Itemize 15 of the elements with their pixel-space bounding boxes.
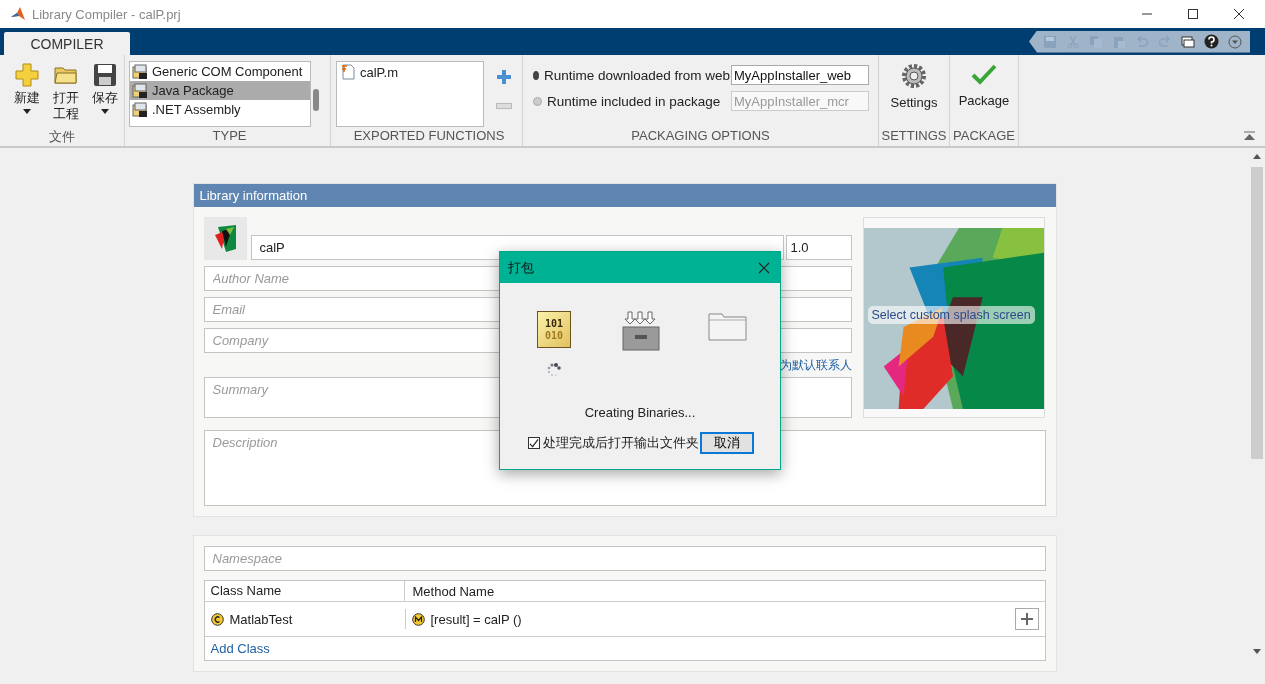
column-header: Method Name xyxy=(411,583,495,599)
section-label: PACKAGE xyxy=(952,128,1016,145)
column-header: Class Name xyxy=(204,581,405,601)
window-title: Library Compiler - calP.prj xyxy=(32,6,181,22)
section-label: EXPORTED FUNCTIONS xyxy=(352,128,506,145)
section-label: PACKAGING OPTIONS xyxy=(630,128,771,145)
section-label: 文件 xyxy=(48,128,76,146)
panel-title: Library information xyxy=(193,184,1056,207)
table-cell: MatlabTest xyxy=(229,611,293,627)
table-cell: [result] = calP () xyxy=(430,611,522,627)
section-label: TYPE xyxy=(211,128,248,145)
dialog-title: 打包 xyxy=(508,258,534,277)
status-text: Creating Binaries... xyxy=(584,405,696,420)
binary-file-icon: 101 010 xyxy=(537,311,571,348)
section-label: SETTINGS xyxy=(880,128,948,145)
